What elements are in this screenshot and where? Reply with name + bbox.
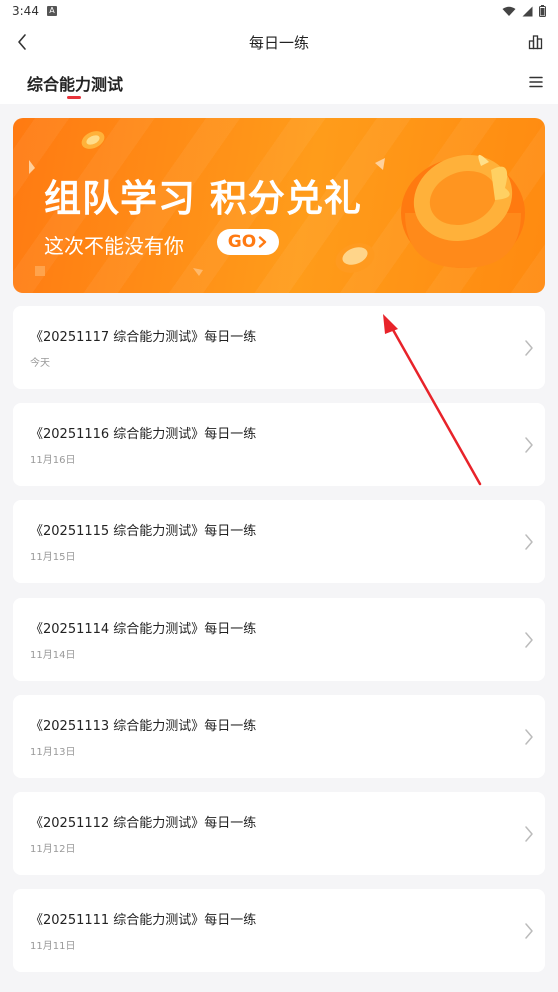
go-button-label: GO (227, 232, 257, 252)
chevron-right-icon (525, 534, 533, 550)
list-item[interactable]: 《20251112 综合能力测试》每日一练 11月12日 (13, 792, 545, 875)
list-item[interactable]: 《20251117 综合能力测试》每日一练 今天 (13, 306, 545, 389)
list-item-date: 11月15日 (30, 552, 76, 563)
gift-box-icon (401, 154, 525, 268)
coin-icon (81, 131, 105, 149)
list-item-date: 11月11日 (30, 941, 76, 952)
notification-badge: A (46, 6, 57, 16)
banner-subtitle: 这次不能没有你 (44, 234, 184, 258)
tab-active-indicator (67, 96, 81, 99)
chevron-right-icon (525, 826, 533, 842)
list-item-date: 11月16日 (30, 455, 76, 466)
list-item-title: 《20251117 综合能力测试》每日一练 (30, 330, 257, 345)
list-item[interactable]: 《20251113 综合能力测试》每日一练 11月13日 (13, 695, 545, 778)
sparkle-icon (375, 158, 385, 170)
chevron-left-icon (18, 34, 26, 50)
chevron-right-icon (525, 340, 533, 356)
list-item[interactable]: 《20251111 综合能力测试》每日一练 11月11日 (13, 889, 545, 972)
list-item-title: 《20251115 综合能力测试》每日一练 (30, 524, 257, 539)
sparkle-icon (193, 268, 203, 276)
signal-icon (522, 6, 533, 16)
status-bar: 3:44 A (0, 0, 558, 22)
list-item[interactable]: 《20251115 综合能力测试》每日一练 11月15日 (13, 500, 545, 583)
wifi-icon (502, 6, 516, 16)
stats-button[interactable] (524, 30, 548, 54)
status-icons (502, 5, 546, 17)
coin-icon (335, 243, 375, 273)
chevron-right-icon (525, 729, 533, 745)
list-item-title: 《20251112 综合能力测试》每日一练 (30, 816, 257, 831)
sparkle-icon (29, 160, 35, 174)
list-item-title: 《20251111 综合能力测试》每日一练 (30, 913, 257, 928)
list-item-title: 《20251114 综合能力测试》每日一练 (30, 622, 257, 637)
chevron-right-icon (525, 437, 533, 453)
go-button[interactable]: GO (217, 229, 279, 255)
status-time: 3:44 (12, 4, 39, 18)
back-button[interactable] (10, 30, 34, 54)
menu-icon (529, 76, 543, 88)
app-header: 每日一练 (0, 22, 558, 62)
bar-chart-icon (528, 35, 543, 50)
list-item-date: 11月14日 (30, 650, 76, 661)
list-item-date: 今天 (30, 358, 50, 369)
battery-icon (539, 5, 546, 17)
screen: 3:44 A 每日一练 综合能力测试 组队学习 积分兑礼 这次不能没有你 GO … (0, 0, 558, 992)
promo-banner[interactable]: 组队学习 积分兑礼 这次不能没有你 GO (13, 118, 545, 293)
page-title: 每日一练 (248, 33, 309, 52)
list-item-title: 《20251116 综合能力测试》每日一练 (30, 427, 257, 442)
chevron-right-icon (259, 236, 267, 248)
menu-button[interactable] (526, 72, 546, 92)
list-item[interactable]: 《20251114 综合能力测试》每日一练 11月14日 (13, 598, 545, 681)
list-item[interactable]: 《20251116 综合能力测试》每日一练 11月16日 (13, 403, 545, 486)
chevron-right-icon (525, 923, 533, 939)
list-item-date: 11月13日 (30, 747, 76, 758)
banner-headline: 组队学习 积分兑礼 (44, 177, 362, 220)
tab-bar: 综合能力测试 (0, 62, 558, 104)
tab-comprehensive-test[interactable]: 综合能力测试 (27, 71, 123, 95)
list-item-date: 11月12日 (30, 844, 76, 855)
list-item-title: 《20251113 综合能力测试》每日一练 (30, 719, 257, 734)
chevron-right-icon (525, 632, 533, 648)
sparkle-icon (35, 266, 45, 276)
